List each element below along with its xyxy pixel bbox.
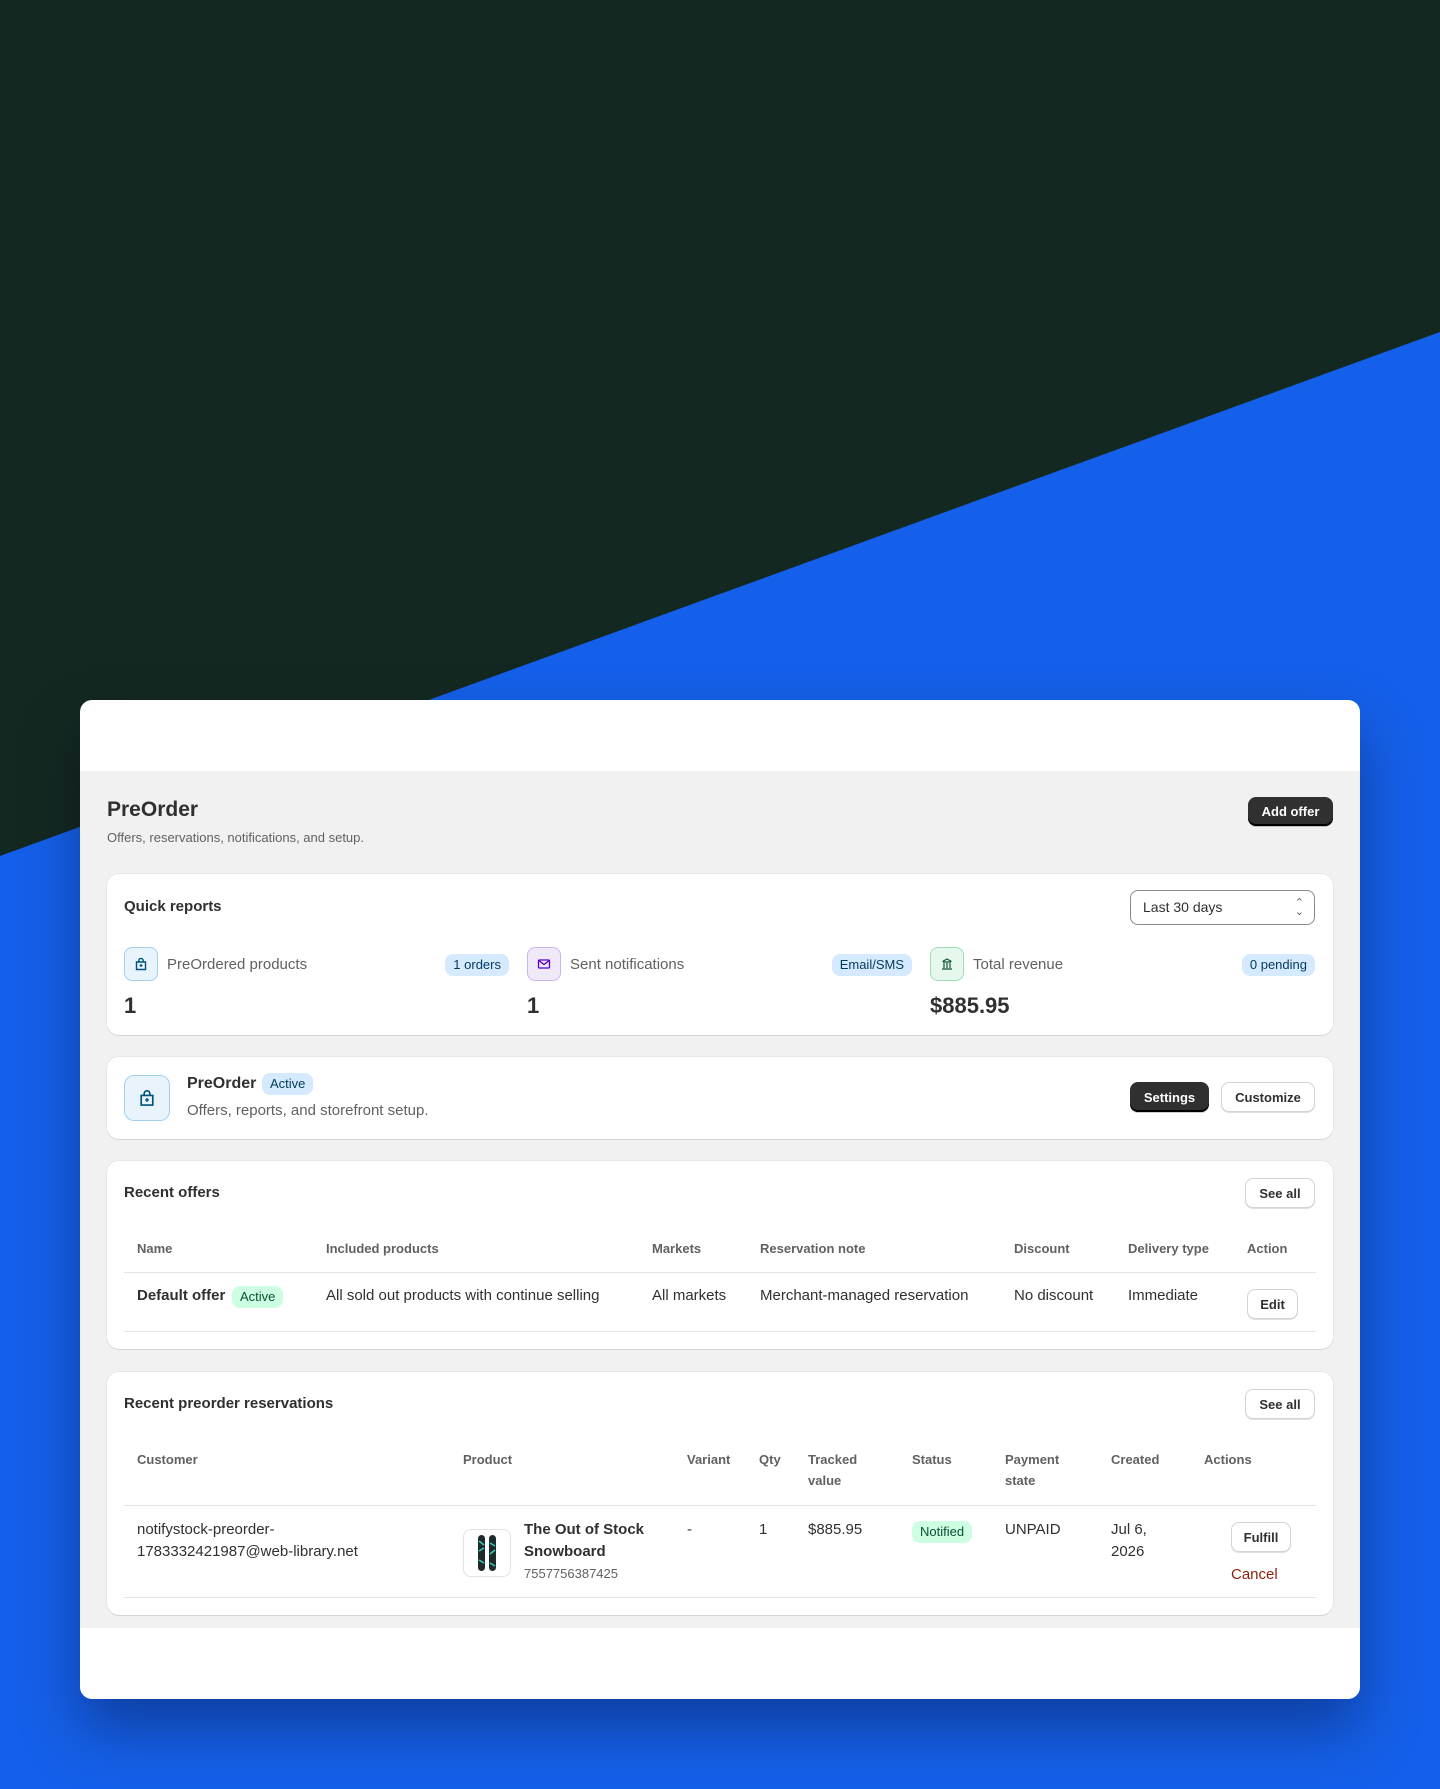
page-title: PreOrder (107, 798, 199, 821)
row-divider (124, 1505, 1316, 1506)
snowboard-icon (478, 1535, 496, 1571)
created-date-line1: Jul 6, (1111, 1521, 1147, 1538)
variant-value: - (687, 1521, 692, 1538)
app-description: Offers, reports, and storefront setup. (187, 1102, 429, 1119)
metric-total-revenue: Total revenue 0 pending $885.95 (930, 947, 1315, 1018)
offer-reservation-note: Merchant-managed reservation (760, 1287, 969, 1304)
metric-value: $885.95 (930, 993, 1010, 1018)
metric-label: Total revenue (973, 956, 1064, 973)
tracked-value: $885.95 (808, 1521, 863, 1538)
created-date-line2: 2026 (1111, 1543, 1145, 1560)
reservation-status-badge: Notified (912, 1521, 973, 1543)
metric-badge: 1 orders (445, 954, 509, 976)
product-id: 7557756387425 (524, 1566, 618, 1581)
metric-preordered-products: PreOrdered products 1 orders 1 (124, 947, 509, 1018)
quick-reports-card: Quick reports Last 30 days ⌃ ⌄ PreOrdered… (107, 874, 1333, 1035)
row-divider (124, 1331, 1316, 1332)
column-header: Tracked (808, 1452, 858, 1467)
column-header: Delivery type (1128, 1241, 1209, 1256)
column-header: Customer (137, 1452, 198, 1467)
customer-email-line2: 1783332421987@web-library.net (137, 1543, 358, 1560)
app-name: PreOrder (187, 1075, 257, 1092)
select-chevron-icon: ⌃ ⌄ (1294, 897, 1304, 918)
recent-offers-card: Recent offers See all Name Included prod… (107, 1161, 1333, 1349)
metric-label: PreOrdered products (167, 956, 308, 973)
bank-icon (930, 947, 964, 981)
page-body: PreOrder Offers, reservations, notificat… (80, 771, 1360, 1628)
column-header: Name (137, 1241, 173, 1256)
app-window: PreOrder Offers, reservations, notificat… (80, 700, 1360, 1699)
product-name-line1[interactable]: The Out of Stock (524, 1519, 644, 1541)
column-header: Payment (1005, 1452, 1060, 1467)
date-range-value: Last 30 days (1143, 899, 1223, 915)
column-header: Variant (687, 1452, 731, 1467)
edit-offer-button[interactable]: Edit (1247, 1289, 1298, 1319)
shopping-bag-icon (124, 947, 158, 981)
column-header: state (1005, 1473, 1036, 1488)
column-header: Markets (652, 1241, 702, 1256)
product-name-line2[interactable]: Snowboard (524, 1541, 606, 1563)
row-divider (124, 1597, 1316, 1598)
metric-sent-notifications: Sent notifications Email/SMS 1 (527, 947, 912, 1018)
cancel-link[interactable]: Cancel (1231, 1566, 1278, 1583)
column-header: Discount (1014, 1241, 1070, 1256)
date-range-select[interactable]: Last 30 days ⌃ ⌄ (1130, 890, 1315, 925)
shopping-bag-icon (124, 1075, 170, 1121)
metric-value: 1 (124, 993, 137, 1018)
settings-button[interactable]: Settings (1130, 1082, 1209, 1112)
column-header: value (808, 1473, 842, 1488)
page-subtitle: Offers, reservations, notifications, and… (107, 830, 365, 845)
add-offer-button[interactable]: Add offer (1248, 797, 1333, 826)
column-header: Actions (1204, 1452, 1252, 1467)
see-all-offers-button[interactable]: See all (1245, 1178, 1315, 1208)
metric-value: 1 (527, 993, 540, 1018)
app-status-badge: Active (262, 1073, 314, 1095)
column-header: Action (1247, 1241, 1288, 1256)
see-all-reservations-button[interactable]: See all (1245, 1389, 1315, 1419)
column-header: Created (1111, 1452, 1160, 1467)
qty-value: 1 (759, 1521, 768, 1538)
column-header: Product (463, 1452, 513, 1467)
customize-button[interactable]: Customize (1221, 1082, 1315, 1112)
offer-included-products: All sold out products with continue sell… (326, 1287, 600, 1304)
column-header: Status (912, 1452, 952, 1467)
offer-discount: No discount (1014, 1287, 1094, 1304)
offer-name[interactable]: Default offer (137, 1285, 225, 1307)
payment-state: UNPAID (1005, 1521, 1061, 1538)
offer-status-badge: Active (232, 1286, 284, 1308)
offer-delivery-type: Immediate (1128, 1287, 1199, 1304)
envelope-icon (527, 947, 561, 981)
app-summary-card: PreOrder Active Offers, reports, and sto… (107, 1057, 1333, 1139)
metric-badge: Email/SMS (831, 954, 912, 976)
offer-markets: All markets (652, 1287, 727, 1304)
column-header: Reservation note (760, 1241, 866, 1256)
column-header: Qty (759, 1452, 781, 1467)
row-divider (124, 1272, 1316, 1273)
fulfill-button[interactable]: Fulfill (1231, 1522, 1291, 1552)
recent-offers-title: Recent offers (124, 1184, 220, 1201)
recent-reservations-card: Recent preorder reservations See all Cus… (107, 1372, 1333, 1615)
column-header: Included products (326, 1241, 439, 1256)
recent-reservations-title: Recent preorder reservations (124, 1395, 334, 1412)
quick-reports-title: Quick reports (124, 898, 222, 915)
metric-badge: 0 pending (1241, 954, 1315, 976)
customer-email-line1: notifystock-preorder- (137, 1521, 275, 1538)
product-thumbnail (463, 1529, 511, 1577)
metric-label: Sent notifications (570, 956, 685, 973)
